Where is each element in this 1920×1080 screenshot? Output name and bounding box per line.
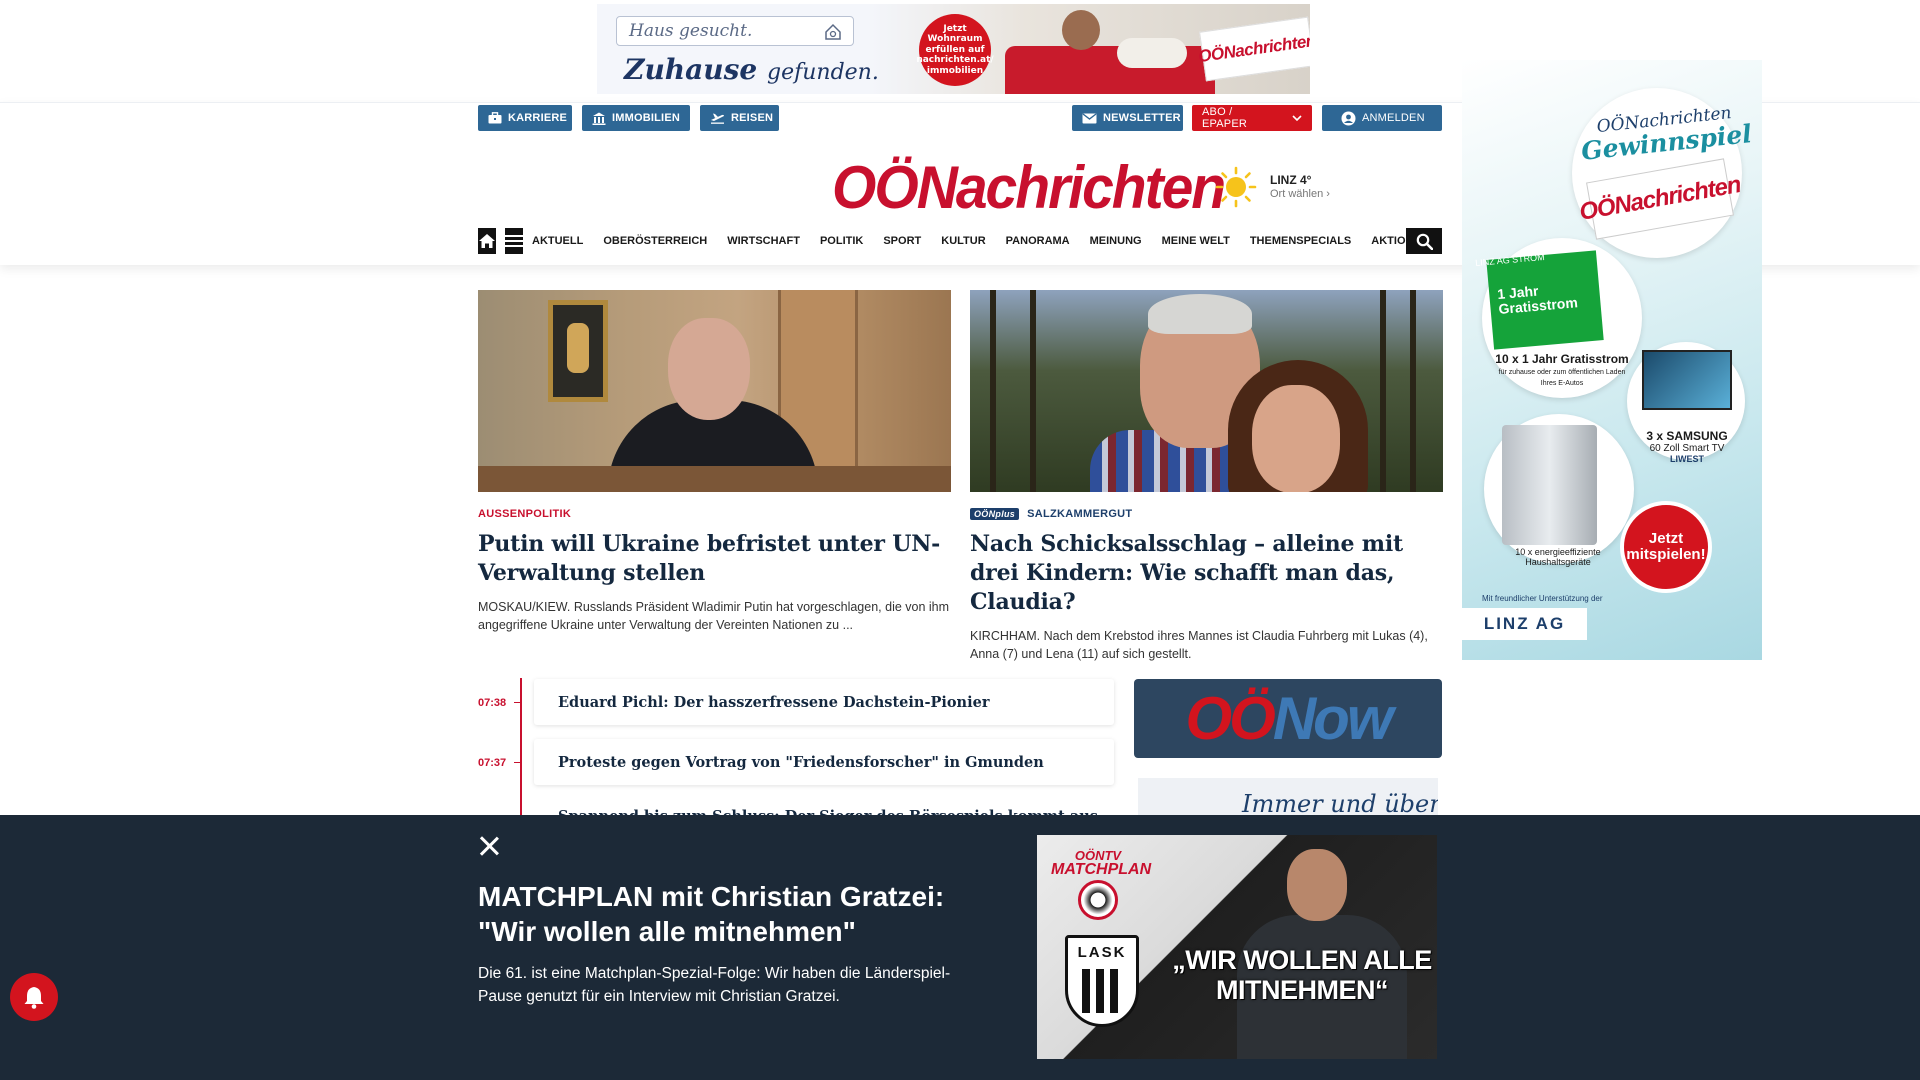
timeline-tick (514, 762, 520, 763)
gewinnspiel-skyscraper-ad[interactable]: OÖNachrichten Gewinnspiel OÖNachrichten … (1462, 60, 1762, 660)
briefcase-icon (488, 112, 502, 124)
hamburger-menu-icon (505, 235, 523, 247)
timeline-item[interactable]: Eduard Pichl: Der hasszerfressene Dachst… (534, 679, 1114, 725)
weather-choose-location[interactable]: Ort wählen › (1270, 188, 1330, 201)
overlay-text: Die 61. ist eine Matchplan-Spezial-Folge… (478, 965, 951, 1005)
karriere-button[interactable]: KARRIERE (478, 105, 572, 131)
football-icon (1078, 880, 1118, 920)
tree (1380, 290, 1386, 492)
menu-button[interactable] (505, 228, 523, 254)
oonow-banner[interactable]: OÖ Now (1134, 679, 1442, 758)
mail-icon (1082, 112, 1097, 123)
building-icon (592, 112, 606, 125)
article-lead: MOSKAU/KIEW. Russlands Präsident Wladimi… (478, 600, 950, 632)
nav-item-meine-welt[interactable]: MEINE WELT (1162, 235, 1230, 247)
top-banner-ad[interactable]: Haus gesucht. Zuhause gefunden. Jetzt Wo… (597, 4, 1310, 94)
tree (1030, 290, 1036, 492)
weather-city: LINZ 4° (1270, 172, 1312, 187)
bell-icon (24, 987, 44, 1009)
chevron-right-icon: › (1326, 187, 1330, 200)
picture-frame (548, 300, 608, 402)
weather-widget[interactable]: LINZ 4° Ort wählen › (1214, 165, 1330, 209)
house-icon (825, 23, 841, 40)
tree (990, 290, 996, 492)
person-head (1287, 849, 1347, 921)
nav-item-wirtschaft[interactable]: WIRTSCHAFT (727, 235, 800, 247)
matchplan-logo: OÖNTV MATCHPLAN (1051, 849, 1151, 920)
ad-person-image (1117, 38, 1187, 68)
person-face (1252, 385, 1340, 492)
airplane-icon (711, 113, 724, 124)
immer-ueberall-banner[interactable]: Immer und überall (1138, 778, 1438, 818)
overlay-title[interactable]: MATCHPLAN mit Christian Gratzei: "Wir wo… (478, 879, 998, 949)
home-button[interactable] (478, 228, 496, 254)
nav-item-politik[interactable]: POLITIK (820, 235, 863, 247)
person-hair (1148, 294, 1252, 334)
video-caption: „WIR WOLLEN ALLE MITNEHMEN“ (1172, 945, 1432, 1005)
ad-prize-1-text: 10 x 1 Jahr Gratisstrom für zuhause oder … (1495, 352, 1629, 388)
nav-item-panorama[interactable]: PANORAMA (1006, 235, 1070, 247)
ad-search-placeholder: Haus gesucht. (629, 21, 753, 41)
home-icon (479, 234, 495, 248)
article-kicker: OÖNplus SALZKAMMERGUT (970, 507, 1443, 521)
ad-tv-image (1642, 350, 1732, 410)
login-button[interactable]: ANMELDEN (1322, 105, 1442, 131)
ad-prize-2-text: 3 x SAMSUNG 60 Zoll Smart TV LIWEST (1646, 429, 1728, 465)
site-logo[interactable]: OÖNachrichten (832, 158, 1226, 219)
timeline-line (520, 678, 522, 818)
ad-appliance-image (1502, 425, 1597, 545)
abo-epaper-dropdown[interactable]: ABO / EPAPER (1192, 105, 1312, 131)
nav-item-kultur[interactable]: KULTUR (941, 235, 985, 247)
user-icon (1341, 111, 1356, 125)
sun-icon (1215, 166, 1257, 208)
article-kicker: AUSSENPOLITIK (478, 508, 572, 520)
nav-item-sport[interactable]: SPORT (883, 235, 921, 247)
ad-newspaper-logo: OÖNachrichten (1197, 16, 1310, 82)
chevron-down-icon (1292, 114, 1302, 121)
article-teaser[interactable]: OÖNplus SALZKAMMERGUT Nach Schicksalssch… (970, 290, 1443, 663)
article-lead: KIRCHHAM. Nach dem Krebstod ihres Mannes… (970, 629, 1428, 661)
reisen-button[interactable]: REISEN (700, 105, 779, 131)
timeline-tick (514, 702, 520, 703)
video-teaser-overlay: MATCHPLAN mit Christian Gratzei: "Wir wo… (0, 815, 1920, 1080)
search-button[interactable] (1406, 228, 1442, 254)
ad-sponsor-logo: LINZ AG (1462, 608, 1587, 640)
video-thumbnail[interactable]: OÖNTV MATCHPLAN LASK „WIR WOLLEN ALLE MI… (1037, 835, 1437, 1059)
nav-item-oberoesterreich[interactable]: OBERÖSTERREICH (603, 235, 707, 247)
ad-prize-3-text: 10 x energieeffiziente Haushaltsgeräte (1515, 547, 1601, 567)
newsletter-button[interactable]: NEWSLETTER (1072, 105, 1183, 131)
nav-item-meinung[interactable]: MEINUNG (1090, 235, 1142, 247)
search-icon (1416, 233, 1433, 250)
ad-search-box: Haus gesucht. (616, 16, 854, 46)
ad-badge: Jetzt Wohnraum erfüllen auf nachrichten.… (916, 14, 994, 86)
plus-badge: OÖNplus (970, 508, 1020, 520)
timeline-item[interactable]: Proteste gegen Vortrag von "Friedensfors… (534, 739, 1114, 785)
lask-crest: LASK (1065, 935, 1139, 1027)
article-image[interactable] (970, 290, 1443, 492)
close-icon[interactable] (478, 835, 500, 857)
notification-button[interactable] (10, 973, 58, 1021)
nav-item-themenspecials[interactable]: THEMENSPECIALS (1250, 235, 1351, 247)
desk (478, 466, 951, 492)
timeline-time: 07:37 (478, 757, 507, 769)
tree (1410, 290, 1416, 492)
immobilien-button[interactable]: IMMOBILIEN (582, 105, 690, 131)
article-title[interactable]: Nach Schicksalsschlag – alleine mit drei… (970, 530, 1443, 617)
timeline-time: 07:38 (478, 697, 507, 709)
main-navigation: AKTUELL OBERÖSTERREICH WIRTSCHAFT POLITI… (478, 228, 1442, 254)
person-head (668, 318, 750, 420)
ad-person-image (1062, 10, 1100, 50)
article-image[interactable] (478, 290, 951, 492)
ad-claim: Zuhause gefunden. (624, 53, 879, 86)
article-teaser[interactable]: AUSSENPOLITIK Putin will Ukraine befrist… (478, 290, 951, 634)
ad-support-text: Mit freundlicher Unterstützung der (1482, 594, 1603, 603)
nav-item-aktuell[interactable]: AKTUELL (532, 235, 583, 247)
article-title[interactable]: Putin will Ukraine befristet unter UN-Ve… (478, 530, 951, 588)
ad-play-now-button[interactable]: Jetzt mitspielen! (1620, 501, 1712, 593)
